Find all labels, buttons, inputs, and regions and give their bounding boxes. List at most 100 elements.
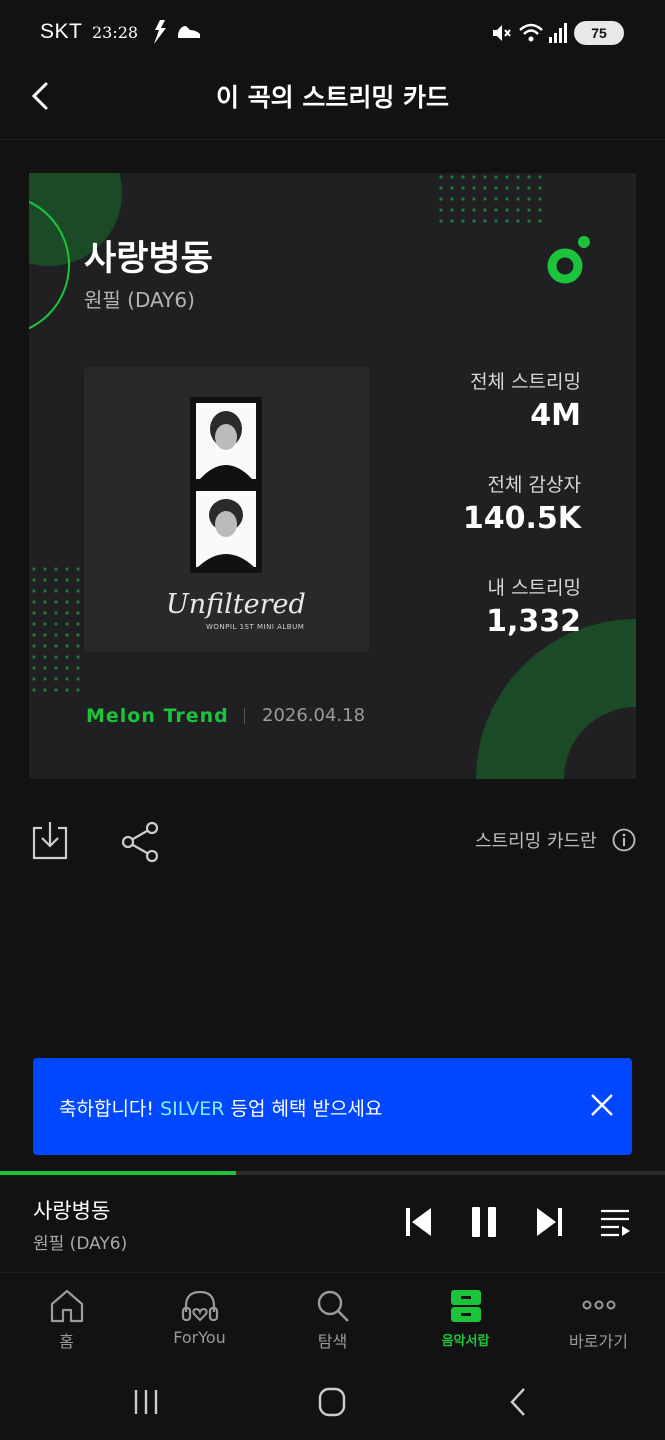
decoration-dot <box>505 186 509 190</box>
nav-item-foryou[interactable]: ForYou <box>133 1274 266 1370</box>
decoration-dot <box>54 688 58 692</box>
nav-label: ForYou <box>173 1328 226 1347</box>
decoration-dot <box>65 589 69 593</box>
mini-player[interactable]: 사랑병동 원필 (DAY6) <box>0 1175 665 1273</box>
about-streaming-card-link[interactable]: 스트리밍 카드란 <box>475 827 597 853</box>
decoration-dot <box>65 644 69 648</box>
decoration-dot <box>439 197 443 201</box>
decoration-dot <box>54 578 58 582</box>
next-icon[interactable] <box>533 1205 565 1239</box>
decoration-dot <box>54 677 58 681</box>
banner-text-start: 축하합니다! <box>59 1098 161 1120</box>
decoration-dot <box>483 197 487 201</box>
decoration-dot <box>450 219 454 223</box>
decoration-dot <box>516 175 520 179</box>
decoration-dot <box>76 567 80 571</box>
decoration-dot <box>472 219 476 223</box>
pause-icon[interactable] <box>468 1205 500 1239</box>
decoration-dot <box>43 633 47 637</box>
decoration-dot <box>494 219 498 223</box>
decoration-dot <box>527 219 531 223</box>
bottom-nav: 홈 ForYou 탐색 음악서랍 바로가기 <box>0 1274 665 1370</box>
decoration-dot <box>538 175 542 179</box>
more-icon <box>582 1300 615 1310</box>
nav-item-drawer[interactable]: 음악서랍 <box>399 1274 532 1370</box>
download-icon[interactable] <box>30 818 70 862</box>
battery-icon: 75 <box>574 21 624 45</box>
decoration-dot <box>527 197 531 201</box>
decoration-dot <box>65 611 69 615</box>
home-circle-icon[interactable] <box>312 1386 352 1418</box>
decoration-dot <box>43 622 47 626</box>
album-title-script: Unfiltered <box>166 589 306 620</box>
player-song-title: 사랑병동 <box>33 1199 111 1223</box>
melon-logo-icon <box>547 236 590 284</box>
decoration-dot <box>472 175 476 179</box>
decoration-dot <box>43 578 47 582</box>
decoration-dot <box>54 600 58 604</box>
stat-value: 4M <box>530 398 581 433</box>
decoration-dot <box>32 600 36 604</box>
decoration-dot <box>450 197 454 201</box>
recents-icon[interactable] <box>126 1386 166 1418</box>
divider <box>244 708 245 724</box>
battery-level: 75 <box>591 25 607 41</box>
decoration-dot <box>54 589 58 593</box>
close-icon[interactable] <box>589 1092 615 1118</box>
card-date: 2026.04.18 <box>262 705 366 726</box>
decoration-dot <box>43 600 47 604</box>
decoration-dot <box>54 633 58 637</box>
decoration-dot <box>65 666 69 670</box>
back-icon[interactable] <box>498 1386 538 1418</box>
decoration-dot <box>439 175 443 179</box>
decoration-dot <box>461 197 465 201</box>
stat-value: 1,332 <box>486 604 581 639</box>
decoration-dot <box>439 186 443 190</box>
status-bar: SKT 23:28 75 <box>0 0 665 64</box>
decoration-dot <box>32 677 36 681</box>
signal-icon <box>549 23 567 43</box>
decoration-dot <box>76 677 80 681</box>
home-icon <box>50 1289 83 1323</box>
carrier-label: SKT <box>40 20 83 43</box>
stat-label: 전체 감상자 <box>487 474 581 496</box>
decoration-dot <box>43 655 47 659</box>
nav-item-shortcuts[interactable]: 바로가기 <box>532 1274 665 1370</box>
melon-trend-brand: Melon Trend <box>86 705 229 727</box>
banner-text: 축하합니다! SILVER 등업 혜택 받으세요 <box>59 1094 382 1121</box>
photo-strip <box>190 397 262 573</box>
decoration-dot <box>76 578 80 582</box>
nav-item-home[interactable]: 홈 <box>0 1274 133 1370</box>
decoration-dot <box>65 567 69 571</box>
promo-banner[interactable]: 축하합니다! SILVER 등업 혜택 받으세요 <box>33 1058 632 1155</box>
decoration-dot <box>505 175 509 179</box>
decoration-dot <box>494 197 498 201</box>
decoration-dot <box>439 219 443 223</box>
decoration-dot <box>76 655 80 659</box>
decoration-dot <box>516 219 520 223</box>
decoration-dot <box>461 219 465 223</box>
playlist-icon[interactable] <box>599 1205 631 1239</box>
decoration-dot <box>472 197 476 201</box>
stat-label: 내 스트리밍 <box>487 577 581 599</box>
nav-label: 탐색 <box>317 1332 348 1351</box>
decoration-dot <box>450 208 454 212</box>
share-icon[interactable] <box>120 820 160 864</box>
decoration-dot <box>76 600 80 604</box>
card-artist: 원필 (DAY6) <box>84 288 195 312</box>
header: 이 곡의 스트리밍 카드 <box>0 64 665 140</box>
decoration-dot <box>43 666 47 670</box>
previous-icon[interactable] <box>403 1205 435 1239</box>
decoration-dot <box>32 589 36 593</box>
decoration-dot <box>65 688 69 692</box>
decoration-dot <box>32 578 36 582</box>
decoration-dot <box>43 589 47 593</box>
nav-item-search[interactable]: 탐색 <box>266 1274 399 1370</box>
nav-label: 음악서랍 <box>441 1334 490 1349</box>
stat-label: 전체 스트리밍 <box>470 371 581 393</box>
banner-text-end: 등업 혜택 받으세요 <box>224 1098 383 1120</box>
info-icon[interactable] <box>612 828 636 852</box>
decoration-dot <box>527 186 531 190</box>
decoration-dot <box>472 208 476 212</box>
decoration-dot <box>494 208 498 212</box>
